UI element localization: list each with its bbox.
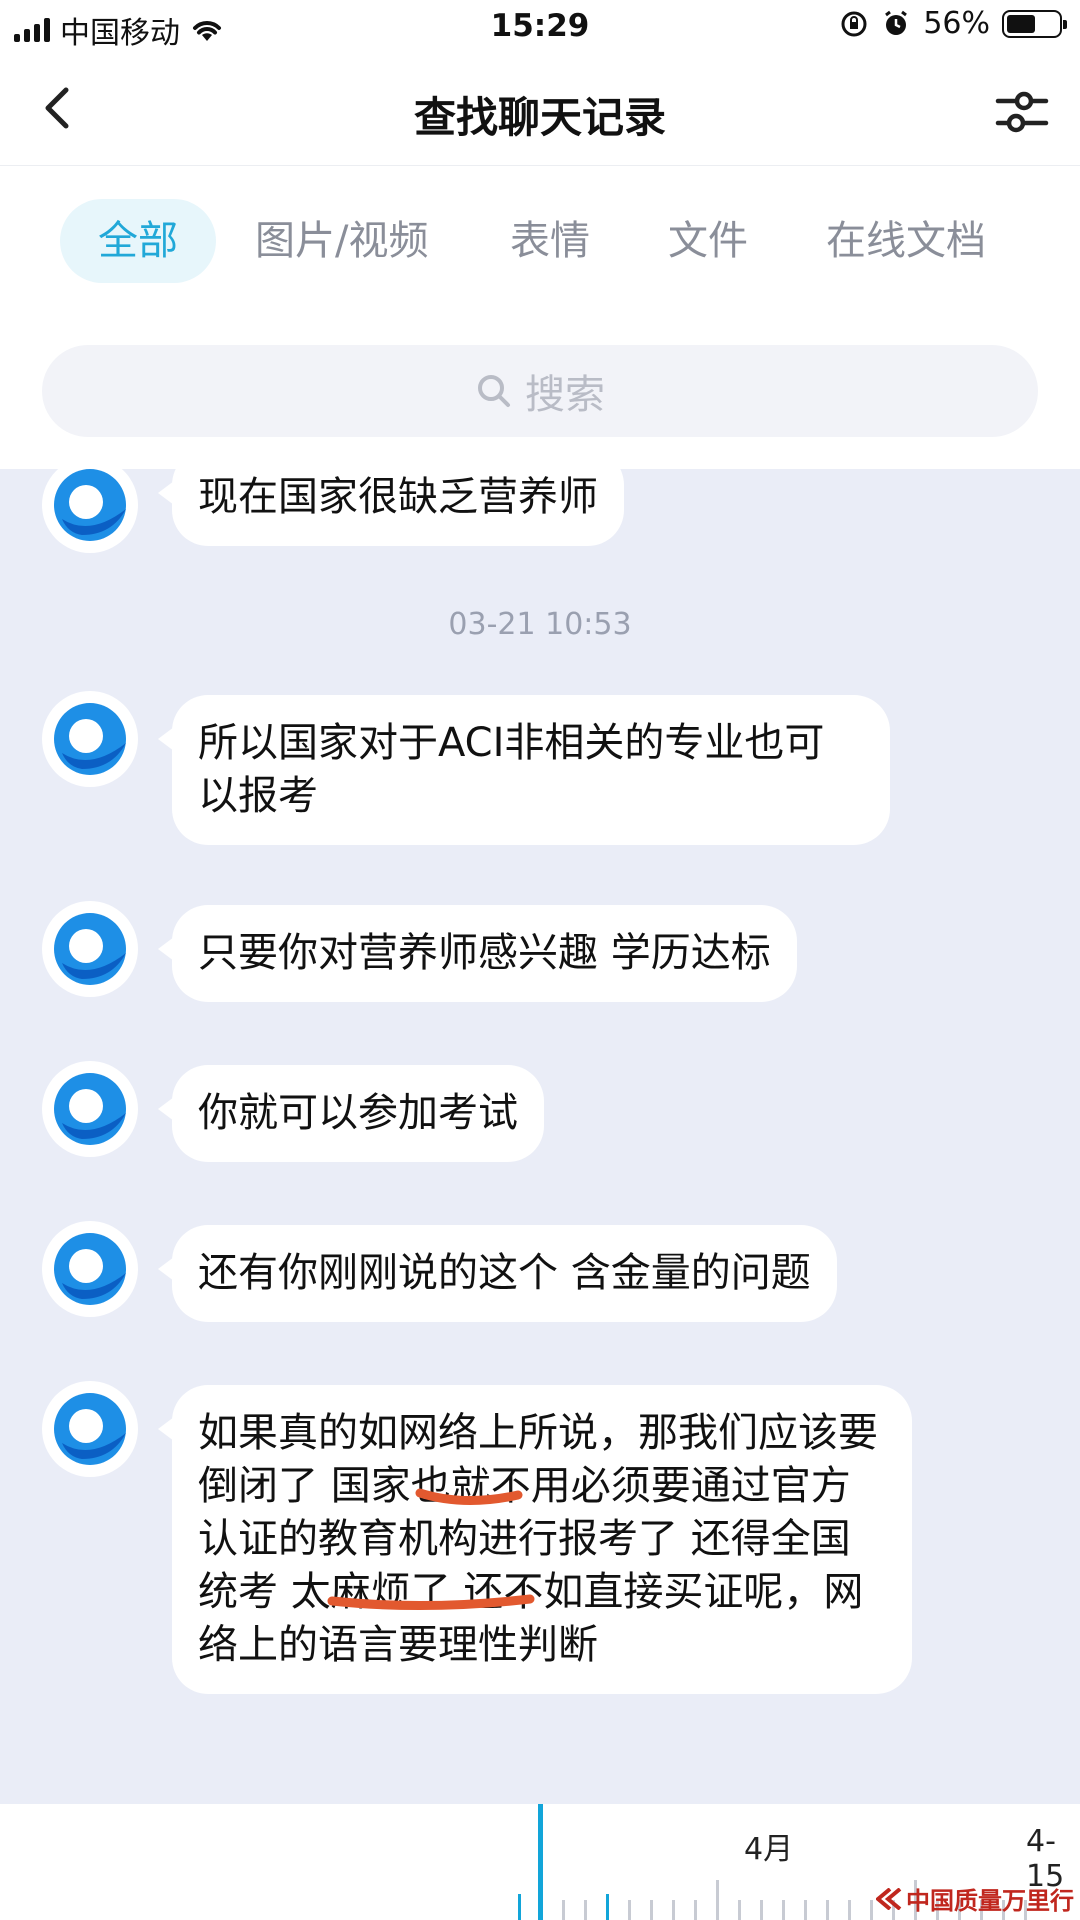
timeline-tick xyxy=(650,1900,653,1920)
battery-icon xyxy=(1002,9,1067,38)
message-bubble: 只要你对营养师感兴趣 学历达标 xyxy=(158,905,797,1002)
tab-images-videos[interactable]: 图片/视频 xyxy=(255,199,428,283)
sliders-icon[interactable] xyxy=(994,84,1050,140)
timeline-tick xyxy=(628,1900,631,1920)
timeline-tick xyxy=(672,1900,675,1920)
avatar[interactable] xyxy=(42,1221,138,1317)
avatar[interactable] xyxy=(42,1381,138,1477)
app-logo-icon xyxy=(54,703,126,775)
app-logo-icon xyxy=(54,913,126,985)
watermark-text: 中国质量万里行 xyxy=(906,1886,1074,1915)
timeline-tick xyxy=(848,1900,851,1920)
timeline-tick xyxy=(716,1880,719,1920)
app-logo-icon xyxy=(54,1233,126,1305)
tab-online-docs[interactable]: 在线文档 xyxy=(826,199,986,283)
annotation-underline xyxy=(327,1594,535,1611)
message-timestamp: 03-21 10:53 xyxy=(448,607,632,642)
avatar[interactable] xyxy=(42,691,138,787)
app-logo-icon xyxy=(54,1073,126,1145)
battery-percent: 56% xyxy=(923,6,990,41)
timeline-tick xyxy=(562,1900,565,1920)
timeline-tick xyxy=(804,1900,807,1920)
timeline-tick xyxy=(584,1900,587,1920)
avatar[interactable] xyxy=(42,1061,138,1157)
timeline-tick xyxy=(606,1894,609,1920)
timeline-tick xyxy=(518,1894,521,1920)
category-tabs: 全部 图片/视频 表情 文件 在线文档 xyxy=(0,167,1080,307)
message-bubble: 如果真的如网络上所说，那我们应该要倒闭了 国家也就不用必须要通过官方认证的教育机… xyxy=(158,1385,912,1694)
search-input[interactable]: 搜索 xyxy=(42,345,1038,437)
chat-history: 现在国家很缺乏营养师 03-21 10:53 所以国家对于ACI非相关的专业也可… xyxy=(0,469,1080,1804)
page-title: 查找聊天记录 xyxy=(413,93,666,142)
timeline-tick xyxy=(738,1900,741,1920)
avatar[interactable] xyxy=(42,469,138,553)
message-bubble: 你就可以参加考试 xyxy=(158,1065,544,1162)
annotation-underline xyxy=(415,1488,523,1506)
avatar[interactable] xyxy=(42,901,138,997)
timeline-scrubber[interactable]: 4月 4-15 中国质量万里行 xyxy=(0,1804,1080,1920)
timeline-tick xyxy=(694,1900,697,1920)
status-right: 56% xyxy=(839,6,1067,41)
battery-level xyxy=(1007,14,1035,33)
search-icon xyxy=(478,375,510,407)
tab-stickers[interactable]: 表情 xyxy=(510,199,590,283)
search-container: 搜索 xyxy=(0,307,1080,469)
alarm-icon xyxy=(885,10,908,35)
rotation-lock-icon xyxy=(841,11,867,36)
timeline-tick xyxy=(826,1900,829,1920)
tab-files[interactable]: 文件 xyxy=(668,199,748,283)
tab-all[interactable]: 全部 xyxy=(60,199,216,283)
message-bubble: 还有你刚刚说的这个 含金量的问题 xyxy=(158,1225,837,1322)
watermark: 中国质量万里行 xyxy=(876,1881,1074,1916)
timeline-tick xyxy=(760,1900,763,1920)
search-placeholder: 搜索 xyxy=(525,372,605,418)
message-bubble: 所以国家对于ACI非相关的专业也可以报考 xyxy=(158,695,890,845)
timeline-tick xyxy=(870,1900,873,1920)
app-logo-icon xyxy=(54,469,126,541)
status-bar: 中国移动 15:29 56% xyxy=(0,0,1080,54)
message-bubble: 现在国家很缺乏营养师 xyxy=(158,469,624,546)
timeline-tick xyxy=(782,1900,785,1920)
timeline-month-label: 4月 xyxy=(744,1832,794,1867)
watermark-logo-icon xyxy=(876,1887,902,1910)
app-logo-icon xyxy=(54,1393,126,1465)
nav-header: 查找聊天记录 xyxy=(0,54,1080,166)
timeline-cursor[interactable] xyxy=(538,1804,543,1920)
